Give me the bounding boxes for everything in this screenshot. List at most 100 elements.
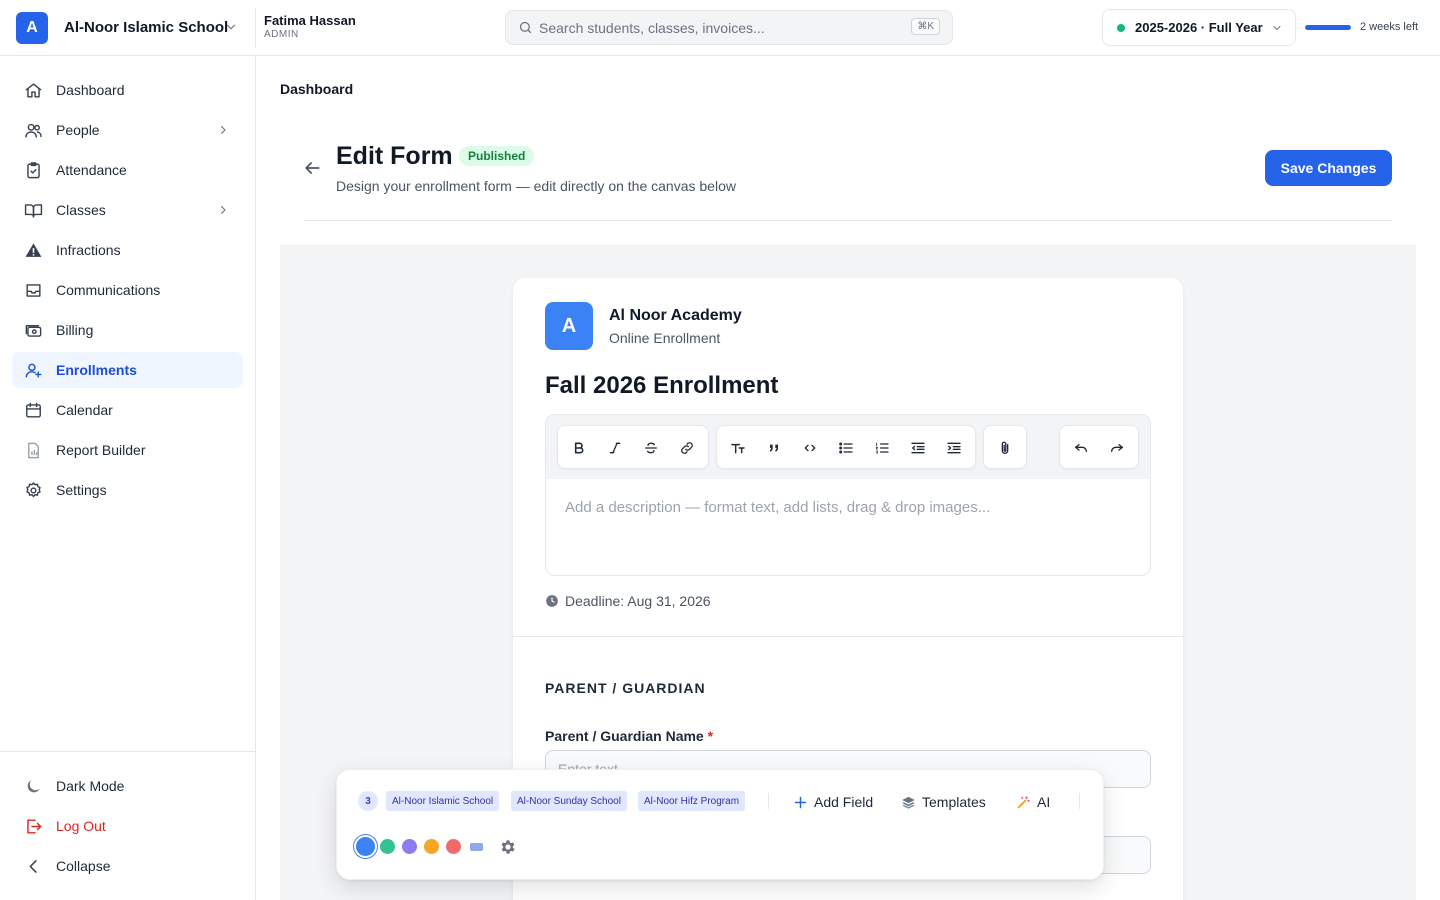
school-chip[interactable]: Al-Noor Islamic School xyxy=(386,791,500,811)
school-year-select[interactable]: 2025-2026 · Full Year xyxy=(1102,9,1296,46)
attach-group xyxy=(983,425,1027,469)
color-swatch-orange[interactable] xyxy=(424,839,439,854)
custom-color-swatch[interactable] xyxy=(470,843,483,851)
sidebar-item-people[interactable]: People xyxy=(12,112,243,148)
code-button[interactable] xyxy=(800,438,820,458)
add-field-button[interactable]: Add Field xyxy=(793,791,873,813)
quote-icon xyxy=(770,444,778,452)
ai-button[interactable]: AI xyxy=(1016,791,1050,813)
attachment-button[interactable] xyxy=(995,438,1015,458)
color-swatch-green[interactable] xyxy=(380,839,395,854)
page-subtitle: Design your enrollment form — edit direc… xyxy=(336,178,736,194)
logout-label: Log Out xyxy=(56,818,106,834)
bold-icon xyxy=(574,442,584,454)
link-button[interactable] xyxy=(677,438,697,458)
quote-button[interactable] xyxy=(764,438,784,458)
sidebar-item-label: Report Builder xyxy=(56,442,146,458)
templates-button[interactable]: Templates xyxy=(901,791,986,813)
strikethrough-button[interactable] xyxy=(641,438,661,458)
org-name[interactable]: Al Noor Academy xyxy=(609,307,742,325)
sidebar-item-attendance[interactable]: Attendance xyxy=(12,152,243,188)
description-editor[interactable]: Add a description — format text, add lis… xyxy=(545,414,1151,576)
sidebar-item-classes[interactable]: Classes xyxy=(12,192,243,228)
ai-label: AI xyxy=(1037,794,1051,810)
ordered-list-button[interactable] xyxy=(872,438,892,458)
user-role: ADMIN xyxy=(264,29,299,40)
redo-button[interactable] xyxy=(1107,438,1127,458)
field-label-text: Parent / Guardian Name xyxy=(545,728,704,744)
sidebar-item-label: Attendance xyxy=(56,162,127,178)
term-progress-bar xyxy=(1305,25,1351,30)
deadline[interactable]: Deadline: Aug 31, 2026 xyxy=(545,593,711,609)
save-button[interactable]: Save Changes xyxy=(1265,150,1392,186)
italic-button[interactable] xyxy=(605,438,625,458)
sidebar: Dashboard People Attendance Classes Infr… xyxy=(0,56,256,900)
heading-icon xyxy=(731,443,745,454)
org-subtitle[interactable]: Online Enrollment xyxy=(609,330,720,346)
back-arrow-icon[interactable] xyxy=(302,158,322,178)
school-chip[interactable]: Al-Noor Sunday School xyxy=(511,791,627,811)
sidebar-item-settings[interactable]: Settings xyxy=(12,472,243,508)
school-switcher[interactable]: Al-Noor Islamic School xyxy=(64,19,228,36)
section-title[interactable]: PARENT / GUARDIAN xyxy=(545,680,706,696)
calendar-icon xyxy=(26,402,41,418)
sidebar-item-dashboard[interactable]: Dashboard xyxy=(12,72,243,108)
outdent-button[interactable] xyxy=(908,438,928,458)
weeks-left-label: 2 weeks left xyxy=(1360,21,1419,33)
bold-button[interactable] xyxy=(569,438,589,458)
sidebar-item-label: People xyxy=(56,122,100,138)
org-logo[interactable]: A xyxy=(545,302,593,350)
user-name: Fatima Hassan xyxy=(264,13,356,28)
form-title[interactable]: Fall 2026 Enrollment xyxy=(545,372,778,400)
user-profile[interactable]: Fatima Hassan ADMIN xyxy=(255,8,356,48)
layers-icon xyxy=(902,796,915,809)
logout-button[interactable]: Log Out xyxy=(12,808,243,844)
sidebar-item-infractions[interactable]: Infractions xyxy=(12,232,243,268)
term-progress-fill xyxy=(1305,25,1351,30)
undo-icon xyxy=(1075,444,1087,452)
chevron-down-icon[interactable] xyxy=(224,20,238,34)
color-swatch-purple[interactable] xyxy=(402,839,417,854)
gear-icon[interactable] xyxy=(499,838,517,856)
sidebar-item-report-builder[interactable]: Report Builder xyxy=(12,432,243,468)
color-swatch-blue[interactable] xyxy=(356,837,375,856)
breadcrumb[interactable]: Dashboard xyxy=(280,81,353,97)
plus-icon xyxy=(794,796,807,808)
templates-label: Templates xyxy=(922,794,986,810)
school-count-badge: 3 xyxy=(358,791,378,811)
heading-button[interactable] xyxy=(728,438,748,458)
chevron-left-icon xyxy=(29,859,37,873)
sidebar-item-communications[interactable]: Communications xyxy=(12,272,243,308)
editor-toolbar xyxy=(546,415,1150,479)
italic-icon xyxy=(609,442,621,454)
clock-icon xyxy=(546,595,558,607)
logout-icon xyxy=(27,818,42,834)
school-logo[interactable]: A xyxy=(16,12,48,44)
palette-divider xyxy=(768,793,769,809)
magic-wand-icon xyxy=(1017,795,1030,808)
undo-button[interactable] xyxy=(1071,438,1091,458)
sidebar-item-calendar[interactable]: Calendar xyxy=(12,392,243,428)
top-bar: A Al-Noor Islamic School Fatima Hassan A… xyxy=(0,0,1440,56)
link-icon xyxy=(681,442,693,454)
collapse-button[interactable]: Collapse xyxy=(12,848,243,884)
home-icon xyxy=(25,82,42,98)
sidebar-item-label: Classes xyxy=(56,202,106,218)
sidebar-item-enrollments[interactable]: Enrollments xyxy=(12,352,243,388)
header-divider xyxy=(304,220,1392,221)
sidebar-item-label: Settings xyxy=(56,482,107,498)
color-swatch-red[interactable] xyxy=(446,839,461,854)
sidebar-item-label: Enrollments xyxy=(56,362,137,378)
search-bar[interactable]: ⌘K xyxy=(505,10,953,45)
bullet-list-button[interactable] xyxy=(836,438,856,458)
field-label[interactable]: Parent / Guardian Name * xyxy=(545,728,713,744)
description-placeholder: Add a description — format text, add lis… xyxy=(565,499,991,516)
sidebar-item-billing[interactable]: Billing xyxy=(12,312,243,348)
school-chip[interactable]: Al-Noor Hifz Program xyxy=(638,791,746,811)
dark-mode-toggle[interactable]: Dark Mode xyxy=(12,768,243,804)
deadline-text: Deadline: Aug 31, 2026 xyxy=(565,593,711,609)
user-plus-icon xyxy=(25,363,42,378)
indent-button[interactable] xyxy=(944,438,964,458)
redo-icon xyxy=(1111,444,1123,452)
search-input[interactable] xyxy=(539,19,899,36)
